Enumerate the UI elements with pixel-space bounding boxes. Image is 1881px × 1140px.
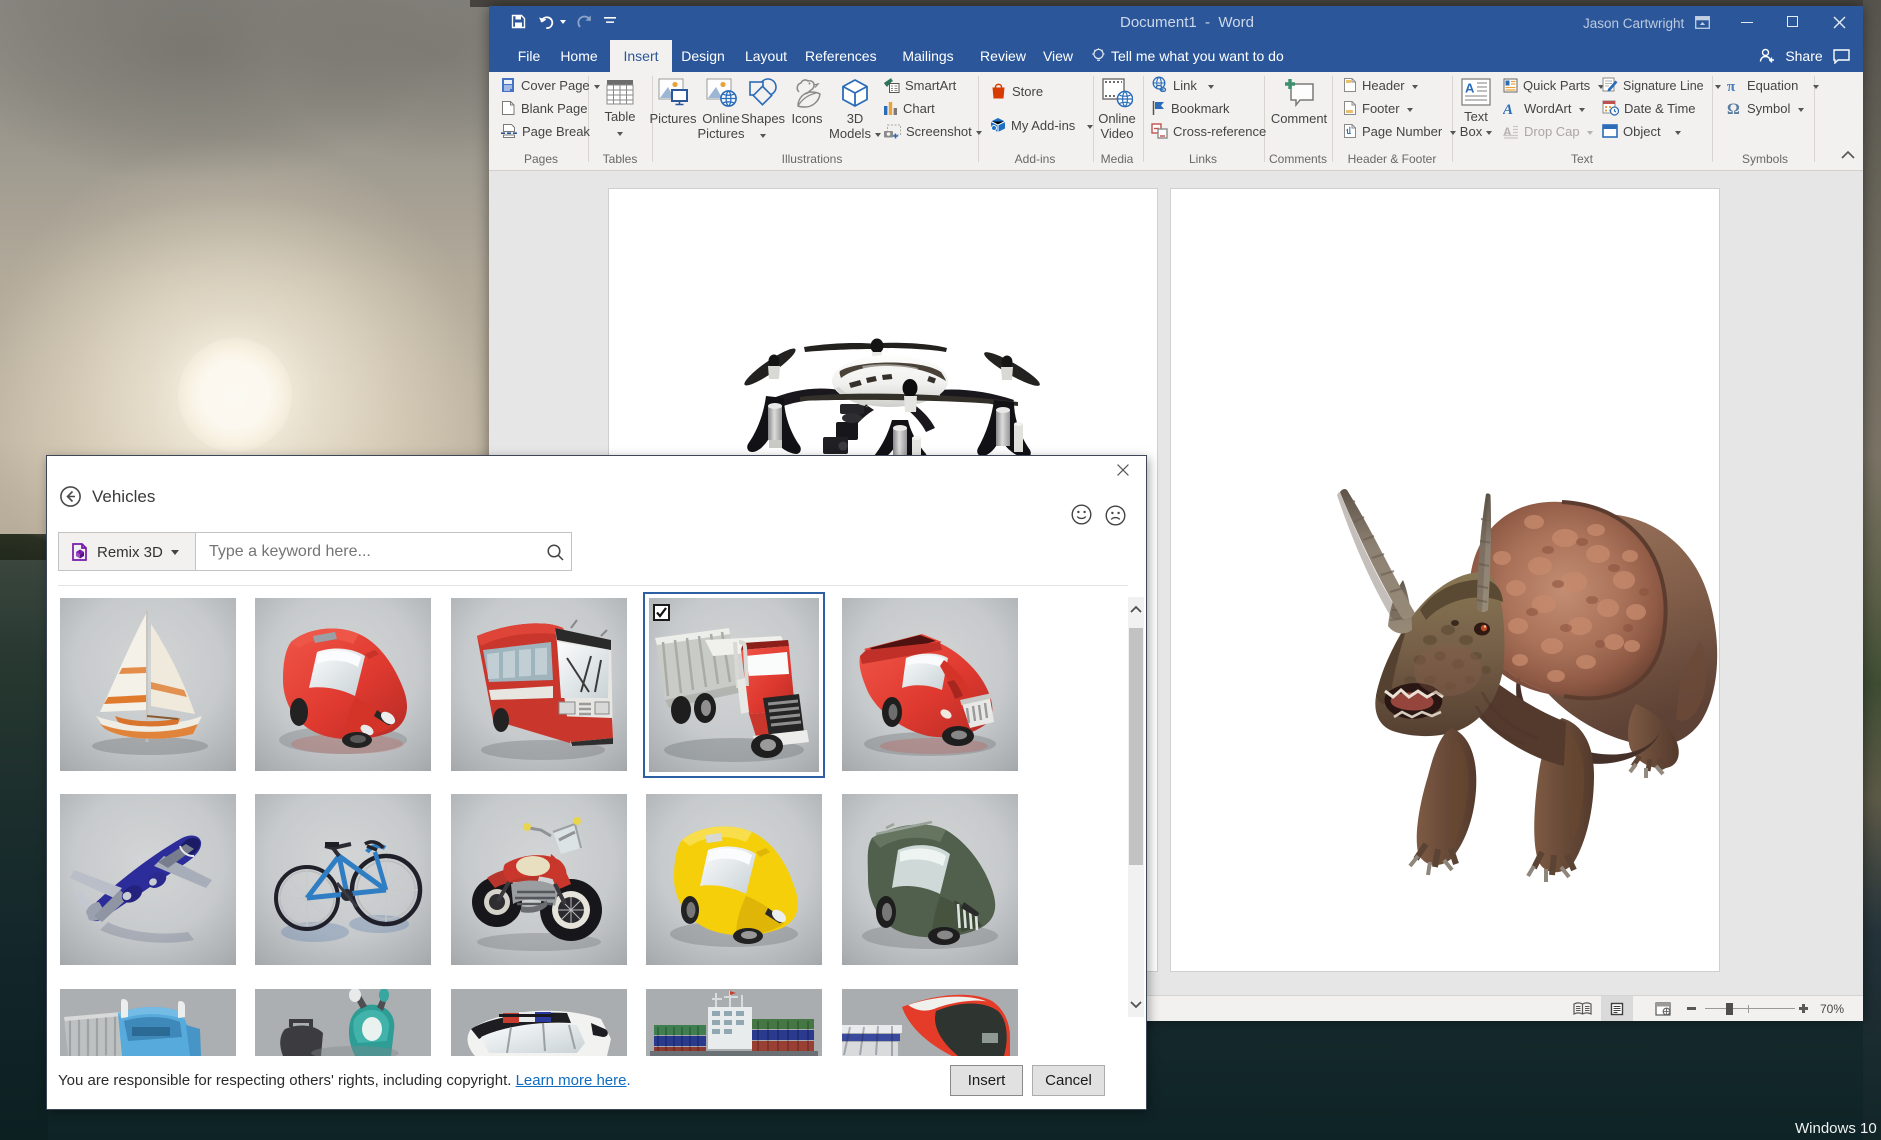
svg-text:A: A bbox=[1465, 81, 1475, 96]
svg-text:A: A bbox=[1503, 125, 1512, 139]
svg-text:A: A bbox=[1503, 102, 1513, 116]
svg-text:π: π bbox=[1727, 79, 1736, 93]
svg-text:Ω: Ω bbox=[1727, 101, 1740, 116]
